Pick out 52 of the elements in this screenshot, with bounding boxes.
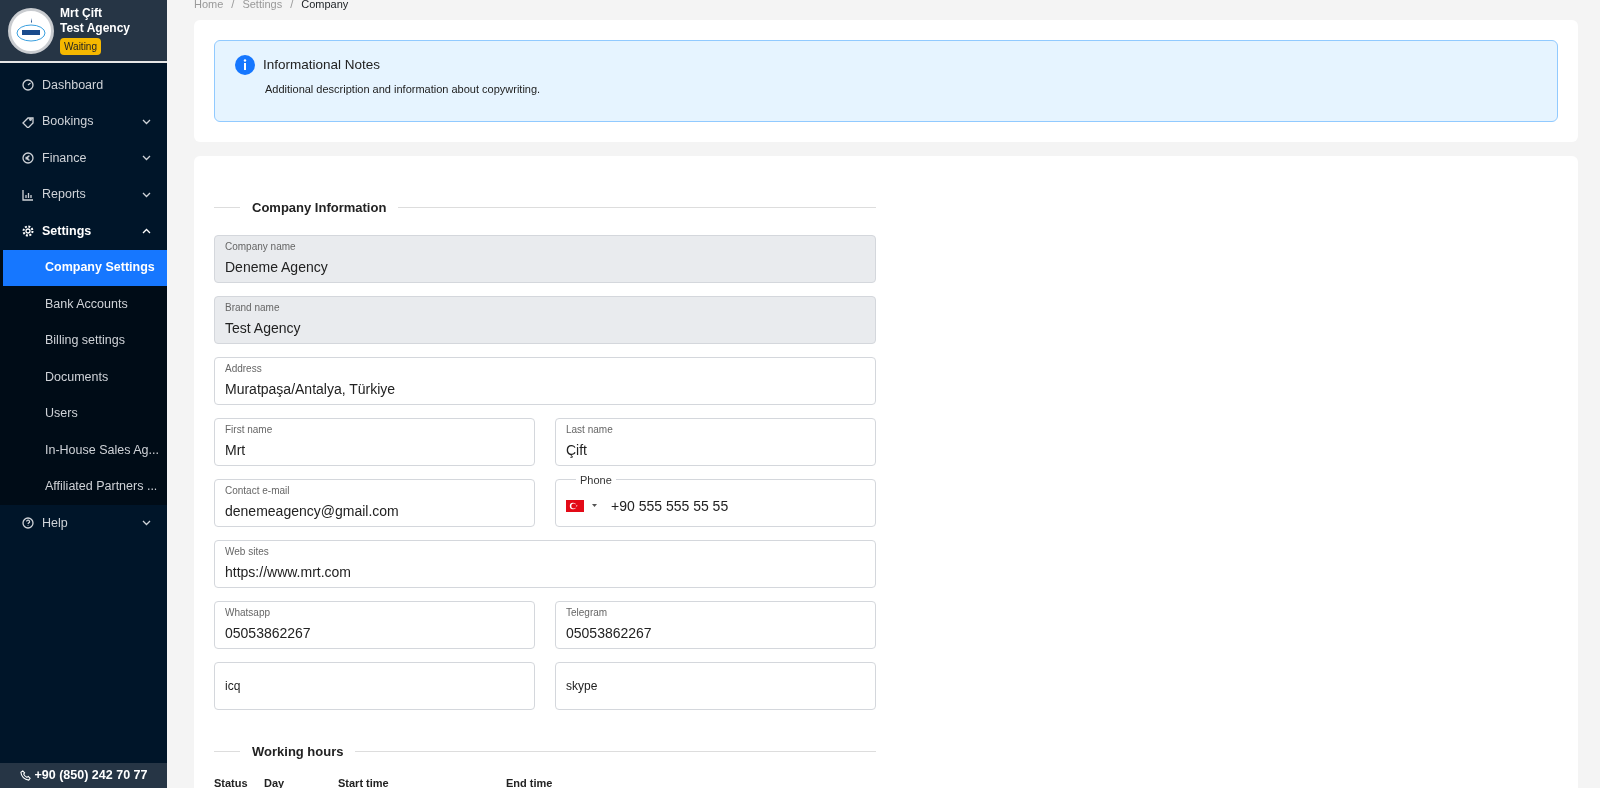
input-field[interactable]: First name Mrt <box>214 417 535 466</box>
input-field[interactable]: Web sites https://www.mrt.com <box>214 539 876 588</box>
breadcrumb-separator: / <box>231 0 235 12</box>
section-title: Working hours <box>252 742 344 761</box>
chevron-icon <box>142 191 151 198</box>
help-icon <box>22 517 34 530</box>
info-icon <box>235 55 255 76</box>
caret-icon <box>592 504 597 507</box>
input-field[interactable]: Telegram 05053862267 <box>555 600 876 649</box>
breadcrumb-separator: / <box>290 0 294 12</box>
agency-name: Test Agency <box>60 20 131 36</box>
input-field[interactable]: Last name Çift <box>555 417 876 466</box>
tag-icon <box>22 115 34 128</box>
menu-item[interactable]: Finance <box>0 140 167 177</box>
alert-title: Informational Notes <box>263 56 381 74</box>
menu-item[interactable]: Dashboard <box>0 67 167 104</box>
submenu-item[interactable]: Billing settings <box>3 322 167 359</box>
submenu-item[interactable]: Users <box>3 395 167 432</box>
input-field[interactable]: Whatsapp 05053862267 <box>214 600 535 649</box>
chevron-icon <box>142 155 151 162</box>
menu-item[interactable]: Bookings <box>0 103 167 140</box>
column-header: Status <box>214 776 249 787</box>
input-field[interactable]: Address Muratpaşa/Antalya, Türkiye <box>214 356 876 405</box>
submenu-item[interactable]: In-House Sales Ag... <box>3 432 167 469</box>
settings-icon <box>22 225 34 238</box>
bar-chart-icon <box>22 188 34 201</box>
submenu-item[interactable]: Documents <box>3 359 167 396</box>
user-name: Mrt Çift <box>60 5 103 21</box>
breadcrumb-current: Company <box>301 0 349 12</box>
alert-text: Additional description and information about copywriting. <box>265 82 542 98</box>
input-field[interactable]: skype <box>555 661 876 710</box>
support-phone: +90 (850) 242 70 77 <box>34 767 148 785</box>
phone-icon <box>19 770 31 781</box>
chevron-icon <box>142 118 151 125</box>
submenu-item[interactable]: Bank Accounts <box>3 286 167 323</box>
logo-icon <box>8 7 54 54</box>
status-badge: Waiting <box>60 37 101 55</box>
input-field[interactable]: Contact e-mail denemeagency@gmail.com <box>214 478 535 527</box>
submenu-item[interactable]: Affiliated Partners ... <box>3 468 167 505</box>
submenu-item[interactable]: Company Settings <box>3 249 167 286</box>
input-field[interactable]: icq <box>214 661 535 710</box>
flag-icon <box>566 499 584 512</box>
chevron-icon <box>142 520 151 527</box>
chevron-icon <box>142 228 151 235</box>
gauge-icon <box>22 79 34 92</box>
menu-item[interactable]: Help <box>0 505 167 542</box>
section-title: Company Information <box>252 199 387 217</box>
column-header: End time <box>506 776 554 787</box>
column-header: Start time <box>338 776 390 787</box>
menu-item[interactable]: Settings <box>0 213 167 250</box>
menu-item[interactable]: Reports <box>0 176 167 213</box>
euro-icon <box>22 152 34 165</box>
